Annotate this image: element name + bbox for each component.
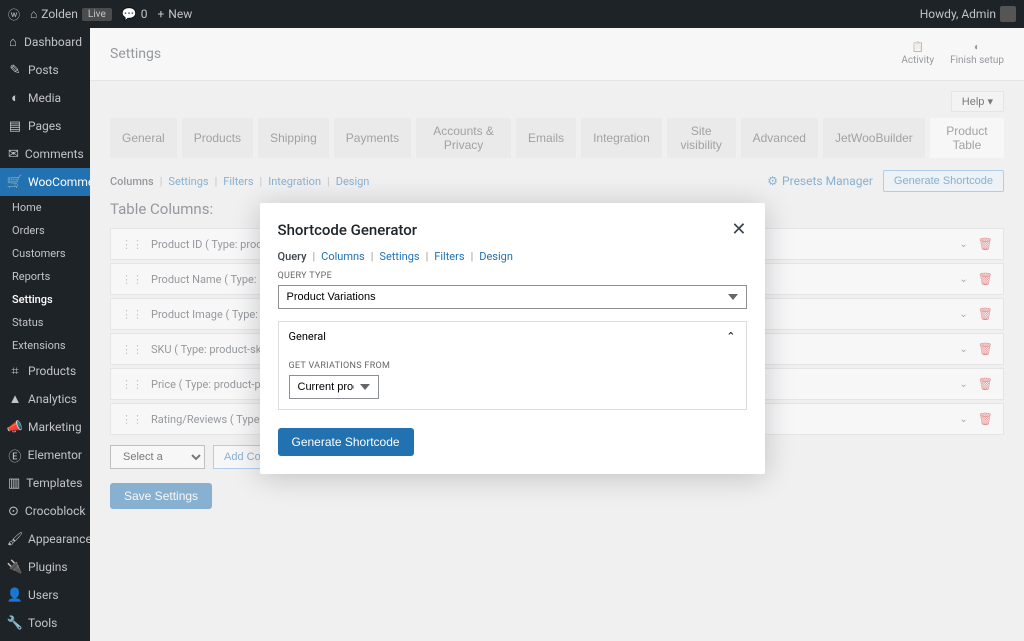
modal-tab[interactable]: Query [278, 250, 307, 263]
modal-backdrop: Shortcode Generator ✕ Query|Columns|Sett… [0, 28, 1024, 641]
modal-tab[interactable]: Columns [321, 250, 365, 263]
modal-title: Shortcode Generator [278, 221, 418, 239]
modal-tab[interactable]: Settings [379, 250, 419, 263]
modal-generate-button[interactable]: Generate Shortcode [278, 428, 414, 456]
wp-logo[interactable]: ⓦ [8, 6, 20, 23]
avatar [1000, 6, 1016, 22]
modal-tabs: Query|Columns|Settings|Filters|Design [260, 250, 765, 263]
new-link[interactable]: + New [157, 7, 192, 21]
howdy-link[interactable]: Howdy, Admin [920, 6, 1016, 22]
query-type-select[interactable]: Product Variations [278, 285, 747, 309]
modal-tab[interactable]: Design [479, 250, 513, 263]
chevron-up-icon: ⌃ [726, 330, 735, 343]
shortcode-generator-modal: Shortcode Generator ✕ Query|Columns|Sett… [260, 203, 765, 474]
query-type-label: QUERY TYPE [278, 271, 747, 281]
admin-bar: ⓦ ⌂ Zolden Live 💬 0 + New Howdy, Admin [0, 0, 1024, 28]
accordion-header[interactable]: General ⌃ [279, 322, 746, 351]
comments-link[interactable]: 💬 0 [122, 7, 148, 21]
site-link[interactable]: ⌂ Zolden Live [30, 7, 112, 21]
general-accordion: General ⌃ GET VARIATIONS FROM Current pr… [278, 321, 747, 410]
modal-tab[interactable]: Filters [434, 250, 464, 263]
get-variations-label: GET VARIATIONS FROM [289, 361, 736, 371]
close-icon[interactable]: ✕ [731, 219, 746, 240]
get-variations-select[interactable]: Current product [289, 375, 379, 399]
